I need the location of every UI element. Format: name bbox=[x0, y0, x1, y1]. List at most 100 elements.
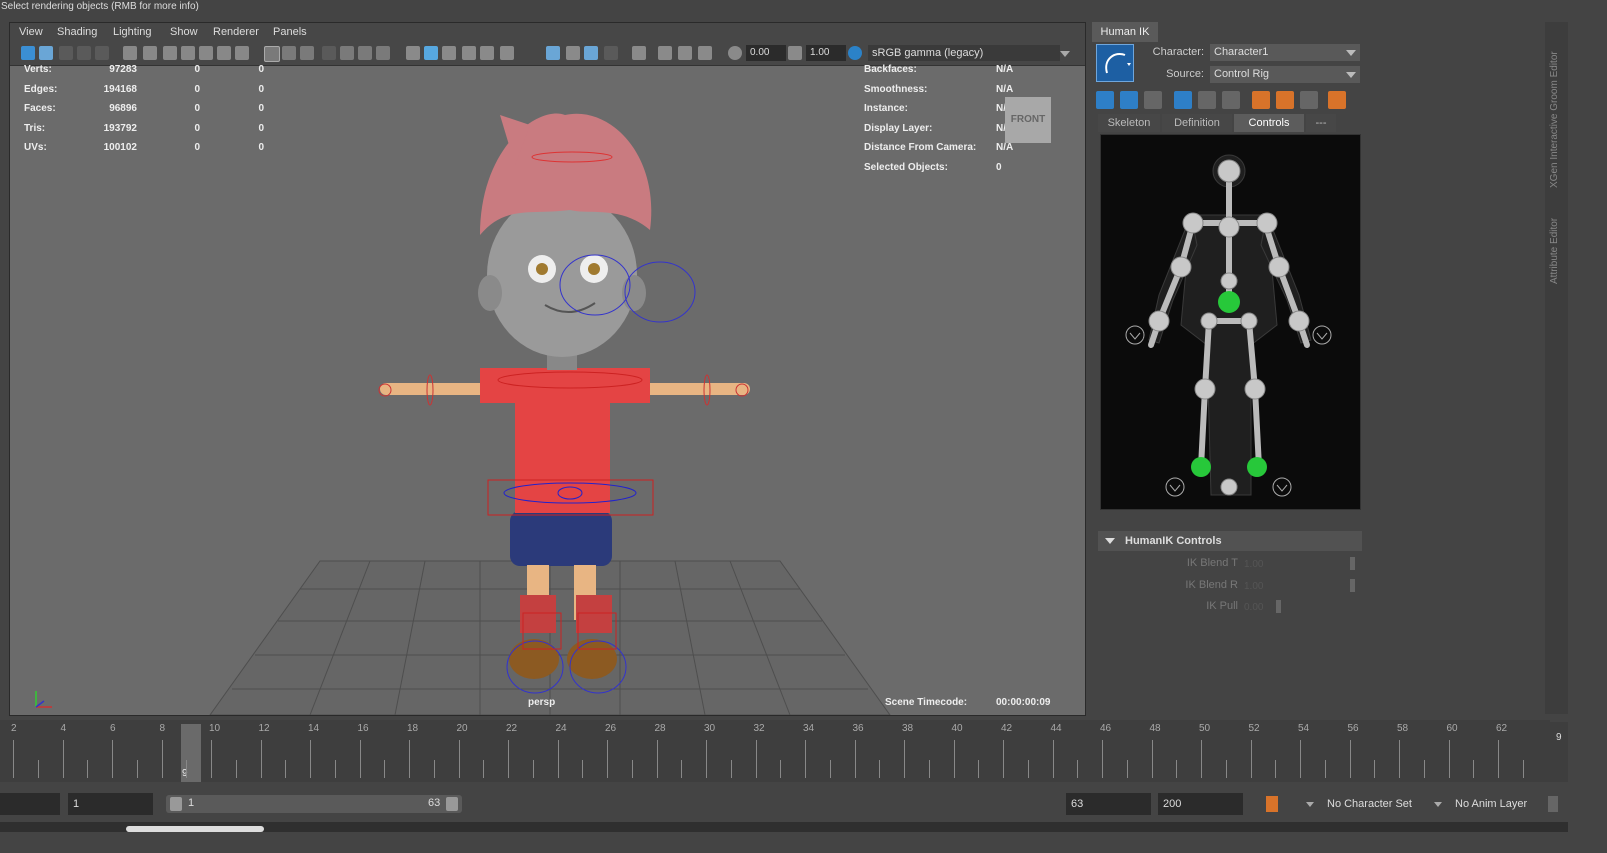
ik-blend-r-slider[interactable] bbox=[1350, 579, 1355, 592]
gate-mask-icon[interactable] bbox=[199, 46, 213, 60]
menu-lighting[interactable]: Lighting bbox=[113, 26, 152, 38]
range-start-handle[interactable] bbox=[170, 797, 182, 811]
menu-show[interactable]: Show bbox=[170, 26, 198, 38]
current-frame-field[interactable]: 9 bbox=[1556, 732, 1562, 743]
smooth-shade-icon[interactable] bbox=[300, 46, 314, 60]
hud-icon[interactable] bbox=[322, 46, 336, 60]
timeline-minor-tick bbox=[384, 760, 386, 778]
humanik-controls-header[interactable]: HumanIK Controls bbox=[1098, 531, 1362, 551]
safe-action-icon[interactable] bbox=[235, 46, 249, 60]
ik-pull-slider[interactable] bbox=[1276, 600, 1281, 613]
ambient-occlusion-icon[interactable] bbox=[566, 46, 580, 60]
image-icon[interactable] bbox=[358, 46, 372, 60]
range-slider[interactable]: 1 63 bbox=[166, 795, 462, 813]
timeline-tick-label: 6 bbox=[110, 723, 116, 734]
tab-human-ik[interactable]: Human IK bbox=[1092, 22, 1158, 42]
preferences-icon[interactable] bbox=[1548, 796, 1558, 812]
light-bulb-icon[interactable] bbox=[500, 46, 514, 60]
menu-view[interactable]: View bbox=[19, 26, 43, 38]
grid-icon[interactable] bbox=[264, 46, 280, 62]
body-part-keying-icon[interactable] bbox=[1120, 91, 1138, 109]
motion-blur-icon[interactable] bbox=[584, 46, 598, 60]
subtab-definition[interactable]: Definition bbox=[1162, 114, 1232, 132]
camera-attributes-icon[interactable] bbox=[39, 46, 53, 60]
resolution-gate-icon[interactable] bbox=[181, 46, 195, 60]
tab-xgen-groom-editor[interactable]: XGen Interactive Groom Editor bbox=[1549, 51, 1560, 188]
control-rig-picker[interactable] bbox=[1100, 134, 1361, 510]
range-start-field[interactable]: 1 bbox=[68, 793, 153, 815]
ik-blend-t-slider[interactable] bbox=[1350, 557, 1355, 570]
start-time-field[interactable] bbox=[0, 793, 60, 815]
tab-attribute-editor[interactable]: Attribute Editor bbox=[1549, 218, 1560, 284]
field-chart-icon[interactable] bbox=[217, 46, 231, 60]
snap-icon[interactable] bbox=[658, 46, 672, 60]
lights-icon[interactable] bbox=[442, 46, 456, 60]
exposure-field[interactable]: 0.00 bbox=[746, 45, 786, 61]
subtab-controls[interactable]: Controls bbox=[1234, 114, 1304, 132]
anim-layer-chevron-icon[interactable] bbox=[1434, 802, 1442, 807]
anti-alias-icon[interactable] bbox=[604, 46, 618, 60]
image-plane-icon[interactable] bbox=[77, 46, 91, 60]
timeline-tick-label: 20 bbox=[456, 723, 468, 734]
gamma-field[interactable]: 1.00 bbox=[806, 45, 846, 61]
character-dropdown[interactable]: Character1 bbox=[1210, 44, 1360, 61]
mirror-matching-icon[interactable] bbox=[1328, 91, 1346, 109]
character-set-chevron-icon[interactable] bbox=[1306, 802, 1314, 807]
time-slider[interactable]: 9 2 4 6 8 10 12 14 16 18 20 22 24 26 28 30 32 34 36 38 40 42… bbox=[0, 720, 1550, 782]
anim-end-field[interactable]: 200 bbox=[1158, 793, 1243, 815]
source-dropdown[interactable]: Control Rig bbox=[1210, 66, 1360, 83]
subtab-more[interactable]: --- bbox=[1306, 114, 1336, 132]
range-end-field[interactable]: 63 bbox=[1066, 793, 1151, 815]
bookmark-icon[interactable] bbox=[59, 46, 73, 60]
auto-key-icon[interactable] bbox=[1266, 796, 1278, 812]
menu-panels[interactable]: Panels bbox=[273, 26, 307, 38]
wireframe-icon[interactable] bbox=[282, 46, 296, 60]
full-body-keying-icon[interactable] bbox=[1096, 91, 1114, 109]
select-tool-icon[interactable] bbox=[632, 46, 646, 60]
timeline-major-tick bbox=[260, 740, 262, 778]
no-pinning-icon[interactable] bbox=[1222, 91, 1240, 109]
body-part-pinning-icon[interactable] bbox=[1198, 91, 1216, 109]
command-line-strip[interactable] bbox=[0, 822, 1568, 832]
film-gate-icon[interactable] bbox=[163, 46, 177, 60]
xray-icon[interactable] bbox=[480, 46, 494, 60]
scene-render[interactable] bbox=[10, 65, 1085, 715]
gamma-icon[interactable] bbox=[788, 46, 802, 60]
wireframe-cube-icon[interactable] bbox=[406, 46, 420, 60]
full-body-pinning-icon[interactable] bbox=[1174, 91, 1192, 109]
subtab-skeleton[interactable]: Skeleton bbox=[1098, 114, 1160, 132]
pin-rotate-icon[interactable] bbox=[1276, 91, 1294, 109]
side-tab-bar: XGen Interactive Groom Editor Attribute … bbox=[1545, 22, 1568, 714]
character-set-menu[interactable]: No Character Set bbox=[1322, 793, 1427, 815]
menu-shading[interactable]: Shading bbox=[57, 26, 97, 38]
release-pin-icon[interactable] bbox=[1300, 91, 1318, 109]
grease-pencil-icon[interactable] bbox=[123, 46, 137, 60]
frame-icon[interactable] bbox=[678, 46, 692, 60]
isolate-select-icon[interactable] bbox=[546, 46, 560, 60]
pin-translate-icon[interactable] bbox=[1252, 91, 1270, 109]
shaded-cube-icon[interactable] bbox=[424, 46, 438, 60]
exposure-icon[interactable] bbox=[728, 46, 742, 60]
collapse-triangle-icon[interactable] bbox=[1105, 538, 1115, 544]
fit-icon[interactable] bbox=[698, 46, 712, 60]
shadows-icon[interactable] bbox=[462, 46, 476, 60]
viewport-panel[interactable]: View Shading Lighting Show Renderer Pane… bbox=[9, 22, 1086, 716]
human-ik-logo-icon[interactable] bbox=[1096, 44, 1134, 82]
color-space-chevron-icon[interactable] bbox=[1060, 51, 1070, 57]
range-end-handle[interactable] bbox=[446, 797, 458, 811]
select-camera-icon[interactable] bbox=[21, 46, 35, 60]
menu-renderer[interactable]: Renderer bbox=[213, 26, 259, 38]
text-icon[interactable] bbox=[376, 46, 390, 60]
color-space-dropdown[interactable]: sRGB gamma (legacy) bbox=[868, 45, 1060, 61]
textures-icon[interactable] bbox=[340, 46, 354, 60]
color-management-icon[interactable] bbox=[848, 46, 862, 60]
timeline-major-tick bbox=[1349, 740, 1351, 778]
2d-pan-icon[interactable] bbox=[95, 46, 109, 60]
selection-keying-icon[interactable] bbox=[1144, 91, 1162, 109]
ik-blend-t-label: IK Blend T bbox=[1186, 557, 1238, 569]
timeline-tick-label: 4 bbox=[60, 723, 67, 734]
character-value: Character1 bbox=[1214, 46, 1269, 58]
camera-icon[interactable] bbox=[143, 46, 157, 60]
command-input[interactable] bbox=[126, 826, 264, 832]
anim-layer-menu[interactable]: No Anim Layer bbox=[1450, 793, 1545, 815]
